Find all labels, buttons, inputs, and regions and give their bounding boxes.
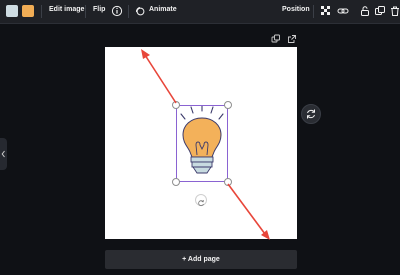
refresh-button[interactable] bbox=[301, 104, 321, 124]
refresh-icon bbox=[307, 109, 315, 119]
arrow-up-left-head bbox=[141, 49, 150, 59]
annotation-arrows bbox=[141, 49, 270, 240]
add-page-label: + Add page bbox=[182, 256, 220, 263]
arrow-up-left bbox=[144, 54, 177, 104]
arrow-down-right bbox=[227, 183, 266, 235]
add-page-button[interactable]: + Add page bbox=[105, 250, 297, 269]
